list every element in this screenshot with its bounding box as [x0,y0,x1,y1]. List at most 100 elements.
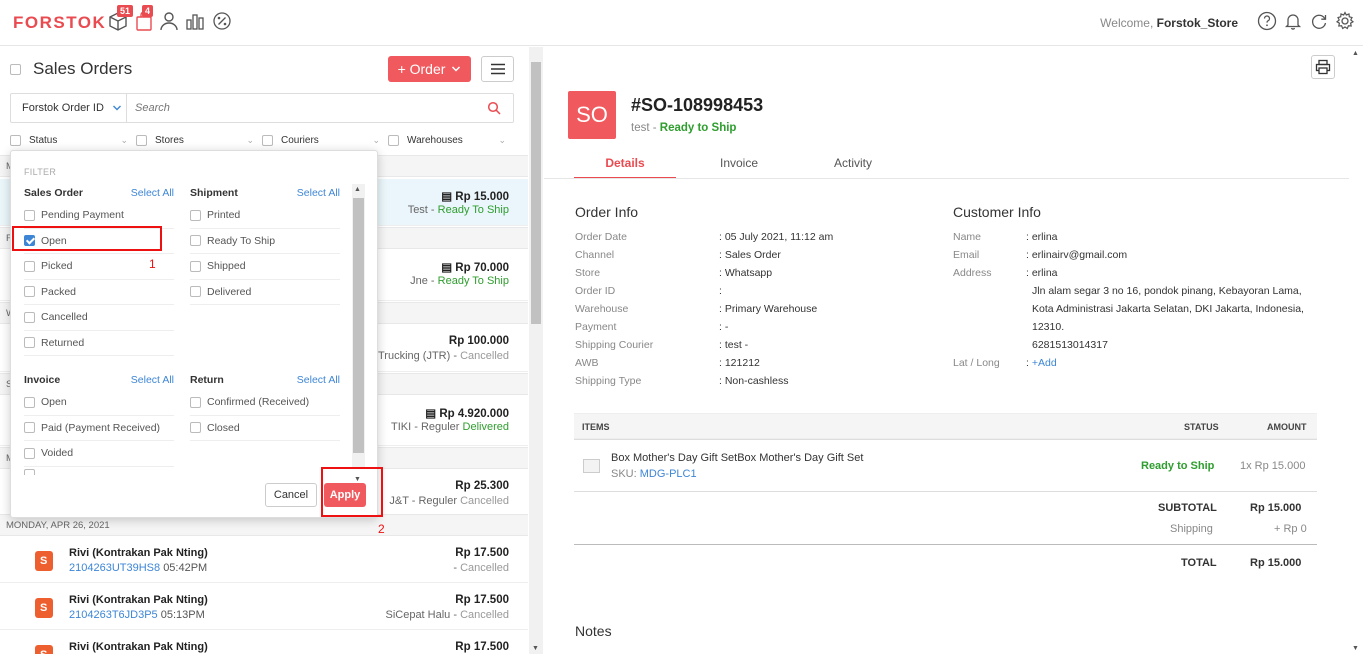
filter-option-ready-to-ship[interactable]: Ready To Ship [190,229,340,254]
add-latlong-link[interactable]: +Add [1032,357,1057,369]
select-all-orders-checkbox[interactable] [10,63,21,75]
order-id-link[interactable]: 2104263UT39HS8 [69,562,160,574]
return-select-all-link[interactable]: Select All [297,374,340,386]
filter-option-paid[interactable]: Paid (Payment Received) [24,416,174,441]
order-id-link[interactable]: 2104263T6JD3P5 [69,609,158,621]
welcome-user[interactable]: Forstok_Store [1157,16,1238,30]
scrollbar-thumb[interactable] [531,62,541,324]
detail-tabs: Details Invoice Activity [574,153,1319,179]
filter-popup: FILTER Sales Order Select All Pending Pay… [10,150,378,518]
filter-option-printed[interactable]: Printed [190,203,340,229]
search-input[interactable] [127,102,487,114]
subtotal-value: Rp 15.000 [1250,502,1302,514]
sales-order-select-all-link[interactable]: Select All [131,187,174,199]
filter-option-returned[interactable]: Returned [24,331,174,356]
total-label: TOTAL [1181,557,1217,569]
item-name: Box Mother's Day Gift SetBox Mother's Da… [611,452,864,464]
filter-option-packed[interactable]: Packed [24,280,174,305]
order-info-row: Payment: - [575,321,729,333]
filter-popup-scrollbar[interactable]: ▲ ▼ [352,184,365,483]
scrollbar-thumb[interactable] [353,198,364,453]
filter-status-checkbox[interactable] [10,134,21,146]
filter-option-cancelled[interactable]: Cancelled [24,305,174,331]
filter-option-delivered[interactable]: Delivered [190,280,340,305]
filter-option-confirmed-received[interactable]: Confirmed (Received) [190,390,340,416]
settings-gear-icon[interactable] [1335,11,1355,31]
filter-warehouses[interactable]: Warehouses ⌄ [388,133,514,147]
customer-info-title: Customer Info [953,204,1041,220]
tab-activity[interactable]: Activity [802,153,904,179]
order-info-row: Shipping Courier: test - [575,339,749,351]
chevron-down-icon [112,105,121,111]
tab-details[interactable]: Details [574,153,676,179]
list-menu-button[interactable] [481,56,514,82]
order-info-row: Store: Whatsapp [575,267,773,279]
order-status-line: test - Ready to Ship [631,122,737,134]
shipment-select-all-link[interactable]: Select All [297,187,340,199]
page-title: Sales Orders [33,59,133,78]
order-info-row: Channel: Sales Order [575,249,781,261]
order-row[interactable]: Rivi (Kontrakan Pak Nting) 2104263T6JD3P… [0,584,528,630]
filter-popup-title: FILTER [24,167,57,177]
order-info-row: Shipping Type: Non-cashless [575,375,789,387]
shopee-logo-icon [35,645,53,654]
products-box-icon[interactable]: 51 [108,5,134,33]
promotion-percent-icon[interactable] [212,11,234,33]
orders-bag-icon[interactable]: 4 [134,5,156,33]
filter-option-shipped[interactable]: Shipped [190,254,340,280]
truck-icon: ▤ [441,262,453,274]
customer-address-row: Address : erlina Jln alam segar 3 no 16,… [953,267,1304,351]
filter-option-voided[interactable]: Voided [24,441,174,467]
subtotal-label: SUBTOTAL [1158,502,1217,514]
filter-stores-checkbox[interactable] [136,134,147,146]
filter-option-closed[interactable]: Closed [190,416,340,441]
reports-chart-icon[interactable] [185,11,207,33]
filter-couriers-checkbox[interactable] [262,134,273,146]
item-amount: 1x Rp 15.000 [1240,460,1306,472]
filter-stores[interactable]: Stores ⌄ [136,133,262,147]
sync-icon[interactable] [1309,11,1329,31]
filter-row: Status ⌄ Stores ⌄ Couriers ⌄ Warehouses ⌄ [10,133,514,147]
notes-title: Notes [575,623,612,639]
top-bar: FORSTOK 51 4 Welcome, Forstok_Store [0,0,1363,46]
filter-warehouses-checkbox[interactable] [388,134,399,146]
scroll-down-arrow-icon[interactable]: ▼ [532,645,539,652]
search-field-select[interactable]: Forstok Order ID [11,94,127,122]
shopee-logo-icon [35,598,53,618]
scroll-up-arrow-icon[interactable]: ▲ [354,186,361,193]
help-icon[interactable] [1257,11,1277,31]
filter-option-invoice-open[interactable]: Open [24,390,174,416]
search-icon[interactable] [487,101,501,115]
order-list-scrollbar[interactable]: ▼ [529,47,543,654]
filter-status[interactable]: Status ⌄ [10,133,136,147]
brand-logo[interactable]: FORSTOK [13,13,106,33]
item-sku-link[interactable]: MDG-PLC1 [640,468,697,480]
chevron-down-icon: ⌄ [498,135,506,145]
order-row[interactable]: Rivi (Kontrakan Pak Nting) 2104263UT39HS… [0,537,528,583]
print-button[interactable] [1311,55,1335,79]
status-badge: Ready to Ship [659,122,737,134]
customer-latlong-row: Lat / Long: +Add [953,357,1057,369]
new-order-button[interactable]: + Order [388,56,471,82]
customer-icon[interactable] [159,11,181,33]
order-row[interactable]: Rivi (Kontrakan Pak Nting) Rp 17.500 [0,631,528,654]
invoice-select-all-link[interactable]: Select All [131,374,174,386]
notification-bell-icon[interactable] [1283,11,1303,31]
filter-option-pending-payment[interactable]: Pending Payment [24,203,174,229]
order-info-row: Warehouse: Primary Warehouse [575,303,818,315]
total-value: Rp 15.000 [1250,557,1302,569]
scroll-down-arrow-icon[interactable]: ▼ [1352,645,1359,652]
annotation-label-1: 1 [149,257,156,271]
shopee-logo-icon [35,551,53,571]
annotation-box-open [12,226,162,251]
orders-badge: 4 [142,5,154,17]
search-bar: Forstok Order ID [10,93,514,123]
tab-invoice[interactable]: Invoice [688,153,790,179]
truck-icon: ▤ [425,408,437,420]
filter-couriers[interactable]: Couriers ⌄ [262,133,388,147]
annotation-box-apply [321,467,383,517]
order-avatar: SO [568,91,616,139]
detail-scrollbar[interactable]: ▲ ▼ [1349,47,1363,654]
cancel-button[interactable]: Cancel [265,483,317,507]
scroll-up-arrow-icon[interactable]: ▲ [1352,50,1359,57]
